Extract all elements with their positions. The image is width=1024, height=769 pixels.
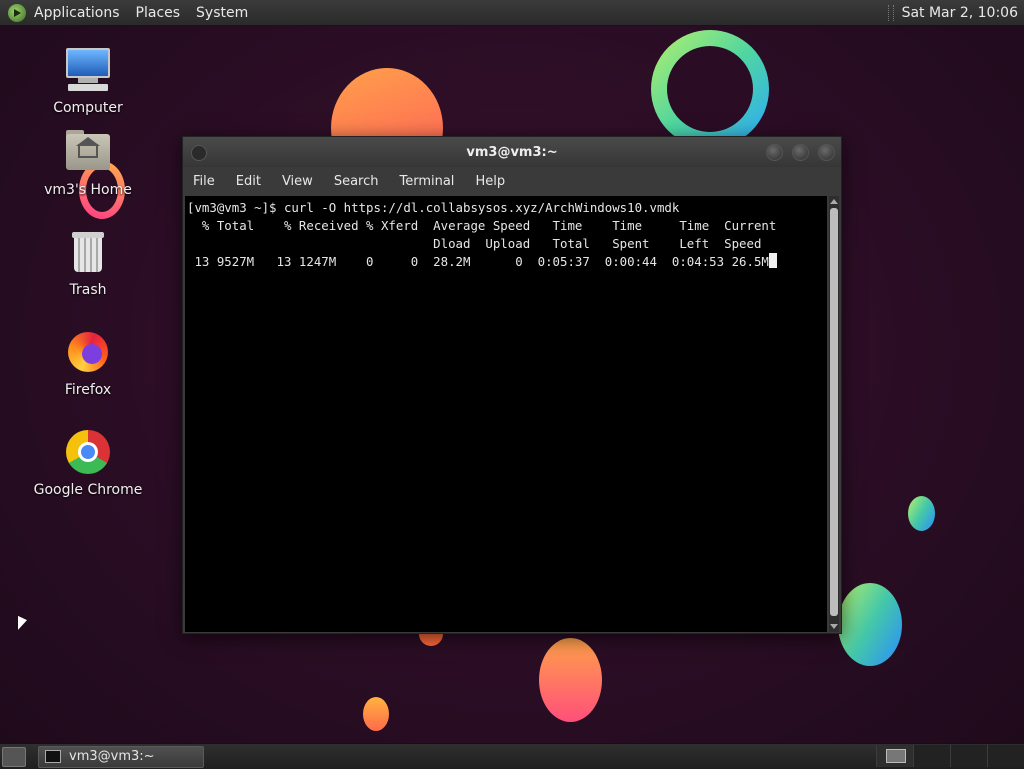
scroll-up-arrow-icon[interactable]: [830, 199, 838, 204]
terminal-line-header-2: Dload Upload Total Spent Left Speed: [187, 236, 762, 251]
terminal-line-command: [vm3@vm3 ~]$ curl -O https://dl.collabsy…: [187, 200, 680, 215]
wallpaper-ring-green: [651, 30, 769, 148]
taskbar-terminal-button[interactable]: vm3@vm3:~: [38, 745, 204, 768]
terminal-titlebar[interactable]: vm3@vm3:~: [183, 137, 841, 167]
minimize-button[interactable]: [766, 144, 783, 161]
top-panel: Applications Places System Sat Mar 2, 10…: [0, 0, 1024, 26]
workspace-1[interactable]: [876, 745, 913, 767]
show-desktop-button[interactable]: [2, 746, 26, 767]
wallpaper-bubble-pink: [539, 638, 602, 722]
scrollbar-thumb[interactable]: [830, 208, 838, 616]
terminal-icon: [45, 750, 61, 763]
desktop-icon-chrome[interactable]: Google Chrome: [28, 428, 148, 498]
main-menu-logo-icon[interactable]: [8, 3, 26, 22]
computer-icon: [64, 46, 112, 94]
menu-help[interactable]: Help: [475, 174, 505, 189]
system-menu[interactable]: System: [196, 5, 248, 21]
mouse-pointer-icon: [18, 615, 27, 635]
chrome-icon: [64, 428, 112, 476]
firefox-icon: [64, 328, 112, 376]
desktop-icon-computer[interactable]: Computer: [28, 46, 148, 116]
applications-menu[interactable]: Applications: [34, 5, 120, 21]
wallpaper-bubble-teal-large: [838, 583, 902, 666]
desktop-icon-label: Firefox: [64, 382, 112, 398]
menu-terminal[interactable]: Terminal: [399, 174, 454, 189]
desktop-icon-label: vm3's Home: [44, 182, 132, 198]
terminal-cursor: [768, 253, 777, 268]
maximize-button[interactable]: [792, 144, 809, 161]
taskbar-terminal-label: vm3@vm3:~: [69, 749, 155, 764]
clock[interactable]: Sat Mar 2, 10:06: [902, 5, 1018, 21]
workspace-4[interactable]: [987, 745, 1024, 767]
close-button[interactable]: [818, 144, 835, 161]
terminal-window[interactable]: vm3@vm3:~ File Edit View Search Terminal…: [182, 136, 842, 634]
desktop-icon-home[interactable]: vm3's Home: [28, 128, 148, 198]
window-menu-button[interactable]: [191, 145, 207, 161]
trash-icon: [64, 228, 112, 276]
places-menu[interactable]: Places: [136, 5, 181, 21]
desktop-icon-label: Computer: [53, 100, 123, 116]
terminal-scrollbar[interactable]: [829, 196, 839, 632]
terminal-menubar: File Edit View Search Terminal Help: [183, 167, 841, 195]
terminal-line-header-1: % Total % Received % Xferd Average Speed…: [187, 218, 777, 233]
desktop-icon-label: Trash: [69, 282, 107, 298]
workspace-switcher: [876, 745, 1024, 767]
scroll-down-arrow-icon[interactable]: [830, 624, 838, 629]
desktop-icon-label: Google Chrome: [33, 482, 143, 498]
window-controls: [757, 144, 835, 161]
menu-file[interactable]: File: [193, 174, 215, 189]
workspace-2[interactable]: [913, 745, 950, 767]
wallpaper-bubble-tiny-orange: [363, 697, 389, 731]
terminal-title: vm3@vm3:~: [466, 144, 558, 160]
panel-grip-icon[interactable]: [887, 4, 894, 21]
home-folder-icon: [64, 128, 112, 176]
bottom-panel: vm3@vm3:~: [0, 743, 1024, 769]
menu-edit[interactable]: Edit: [236, 174, 261, 189]
menu-search[interactable]: Search: [334, 174, 379, 189]
desktop-icon-trash[interactable]: Trash: [28, 228, 148, 298]
menu-view[interactable]: View: [282, 174, 313, 189]
workspace-3[interactable]: [950, 745, 987, 767]
terminal-line-progress: 13 9527M 13 1247M 0 0 28.2M 0 0:05:37 0:…: [187, 254, 769, 269]
desktop-icon-firefox[interactable]: Firefox: [28, 328, 148, 398]
terminal-output[interactable]: [vm3@vm3 ~]$ curl -O https://dl.collabsy…: [185, 196, 827, 632]
wallpaper-bubble-teal-small: [908, 496, 935, 531]
